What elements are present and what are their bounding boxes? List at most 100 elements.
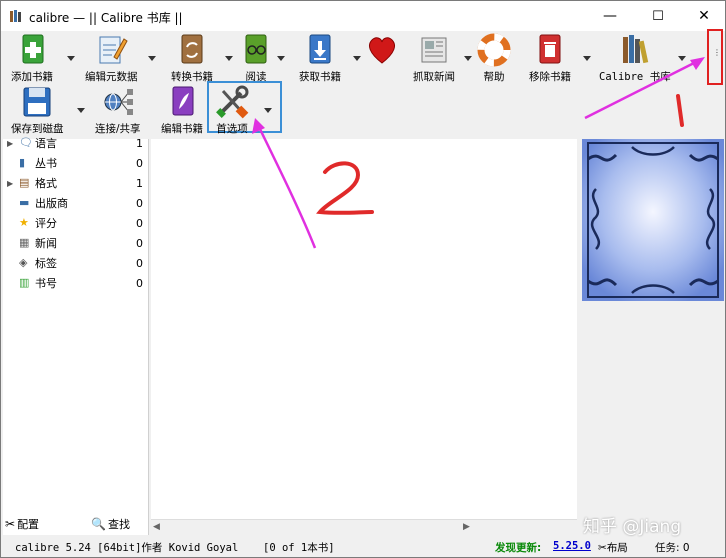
convert-books-icon — [181, 34, 203, 64]
update-available-label: 发现更新: — [495, 542, 542, 554]
sidebar-item[interactable]: ◈ 标签 0 — [3, 253, 149, 273]
fetch-news-label: 抓取新闻 — [413, 71, 455, 83]
calibre-library-dropdown-arrow[interactable] — [678, 56, 686, 61]
sidebar-item-count: 0 — [136, 156, 143, 170]
library-books-icon — [622, 35, 649, 64]
edit-book-button[interactable]: 编辑书籍 — [161, 85, 203, 136]
sidebar-item[interactable]: ★ 评分 0 — [3, 213, 149, 233]
language-icon: 🗨 — [19, 136, 33, 149]
book-count-text: [0 of 1本书] — [263, 542, 335, 554]
edit-book-icon — [172, 86, 194, 116]
view-button[interactable]: 阅读 — [239, 33, 273, 84]
expand-icon[interactable]: ▶ — [7, 179, 13, 188]
sidebar-item[interactable]: ▦ 新闻 0 — [3, 233, 149, 253]
connect-share-button[interactable]: 连接/共享 — [95, 85, 141, 136]
configure-button[interactable]: ✂ 配置 — [5, 515, 39, 533]
donate-button[interactable] — [365, 33, 399, 67]
sidebar-item-count: 0 — [136, 216, 143, 230]
remove-books-dropdown-arrow[interactable] — [583, 56, 591, 61]
maximize-button[interactable]: ☐ — [635, 1, 681, 31]
sidebar-item[interactable]: ▶ ▤ 格式 1 — [3, 173, 149, 193]
layout-label: 布局 — [606, 542, 628, 554]
book-details-panel — [581, 139, 725, 535]
edit-metadata-button[interactable]: 编辑元数据 — [85, 33, 138, 84]
sidebar-item-count: 0 — [136, 256, 143, 270]
sidebar-item[interactable]: ▮ 丛书 0 — [3, 153, 149, 173]
sidebar-item-label: 语言 — [35, 137, 57, 150]
get-books-label: 获取书籍 — [299, 71, 341, 83]
update-version-link[interactable]: 5.25.0 — [553, 540, 591, 552]
fetch-news-button[interactable]: 抓取新闻 — [413, 33, 455, 84]
lifebuoy-icon — [477, 33, 511, 67]
sidebar-item-label: 格式 — [35, 177, 57, 190]
floppy-disk-icon — [23, 87, 51, 117]
remove-books-button[interactable]: 移除书籍 — [529, 33, 571, 84]
help-label: 帮助 — [483, 71, 505, 83]
remove-books-icon — [539, 34, 561, 64]
series-icon: ▮ — [19, 156, 26, 169]
search-icon: 🔍 — [91, 517, 106, 531]
network-icon — [104, 89, 133, 115]
window-title: calibre — || Calibre 书库 || — [29, 11, 183, 25]
find-label: 查找 — [107, 518, 130, 531]
version-text: calibre 5.24 [64bit]作者 Kovid Goyal — [15, 542, 239, 554]
formats-icon: ▤ — [19, 176, 30, 189]
preferences-button[interactable]: 首选项 — [215, 85, 249, 136]
watermark: 知乎 @Jiang — [583, 517, 682, 537]
fetch-news-dropdown-arrow[interactable] — [464, 56, 472, 61]
add-books-icon — [22, 34, 44, 64]
tag-browser: ▶ 🗨 语言 1 ▮ 丛书 0 ▶ ▤ 格式 1 ▬ 出版商 0 ★ 评分 0 ▦ 新闻 0 ◈ 标签 0 ▥ 书号 0 — [3, 136, 149, 535]
minimize-button[interactable]: — — [587, 1, 633, 31]
save-to-disk-dropdown-arrow[interactable] — [77, 108, 85, 113]
get-books-button[interactable]: 获取书籍 — [299, 33, 341, 84]
identifiers-icon: ▥ — [19, 276, 30, 289]
sidebar-item-label: 书号 — [35, 277, 57, 290]
preferences-dropdown-arrow[interactable] — [264, 108, 272, 113]
find-button[interactable]: 🔍 查找 — [91, 515, 130, 533]
convert-books-button[interactable]: 转换书籍 — [171, 33, 213, 84]
sidebar-item-count: 1 — [136, 176, 143, 190]
add-books-dropdown-arrow[interactable] — [67, 56, 75, 61]
sidebar-item-label: 标签 — [35, 257, 57, 270]
remove-books-label: 移除书籍 — [529, 71, 571, 83]
more-options-icon: ⋮ — [713, 48, 721, 57]
horizontal-scrollbar[interactable]: ◀ ▶ — [151, 519, 577, 535]
help-button[interactable]: 帮助 — [477, 33, 511, 84]
sidebar-item-label: 新闻 — [35, 237, 57, 250]
preferences-label: 首选项 — [216, 123, 248, 135]
book-list[interactable] — [151, 139, 577, 535]
layout-icon: ✂ — [598, 542, 607, 554]
status-bar: calibre 5.24 [64bit]作者 Kovid Goyal [0 of… — [1, 535, 725, 557]
edit-metadata-dropdown-arrow[interactable] — [148, 56, 156, 61]
scroll-right-icon[interactable]: ▶ — [463, 522, 470, 532]
sidebar-item[interactable]: ▶ 🗨 语言 1 — [3, 133, 149, 153]
toolbar-overflow-button[interactable]: ⋮ — [707, 29, 723, 85]
configure-label: 配置 — [17, 518, 40, 531]
view-book-icon — [245, 34, 267, 64]
calibre-library-button[interactable]: Calibre 书库 — [599, 33, 671, 84]
scroll-left-icon[interactable]: ◀ — [153, 522, 160, 532]
add-books-label: 添加书籍 — [11, 71, 53, 83]
sidebar-item-label: 出版商 — [35, 197, 68, 210]
main-toolbar: 添加书籍 编辑元数据 转换书籍 阅读 获取书籍 抓取新闻 帮助 移除书籍 Cal… — [1, 29, 725, 139]
save-to-disk-button[interactable]: 保存到磁盘 — [11, 85, 64, 136]
cover-image — [582, 139, 724, 301]
close-button[interactable]: ✕ — [681, 1, 726, 31]
jobs-indicator[interactable]: 任务: 0 — [655, 540, 690, 555]
sidebar-item-count: 1 — [136, 136, 143, 150]
view-dropdown-arrow[interactable] — [277, 56, 285, 61]
add-books-button[interactable]: 添加书籍 — [11, 33, 53, 84]
convert-books-dropdown-arrow[interactable] — [225, 56, 233, 61]
edit-book-label: 编辑书籍 — [161, 123, 203, 135]
expand-icon[interactable]: ▶ — [7, 139, 13, 148]
sidebar-item[interactable]: ▥ 书号 0 — [3, 273, 149, 293]
sidebar-item-count: 0 — [136, 196, 143, 210]
heart-icon — [369, 37, 395, 64]
get-books-icon — [309, 34, 331, 64]
news-icon: ▦ — [19, 236, 30, 249]
layout-button[interactable]: ✂布局 — [598, 540, 628, 555]
sidebar-item[interactable]: ▬ 出版商 0 — [3, 193, 149, 213]
tags-icon: ◈ — [19, 256, 28, 269]
sidebar-item-label: 评分 — [35, 217, 57, 230]
get-books-dropdown-arrow[interactable] — [353, 56, 361, 61]
